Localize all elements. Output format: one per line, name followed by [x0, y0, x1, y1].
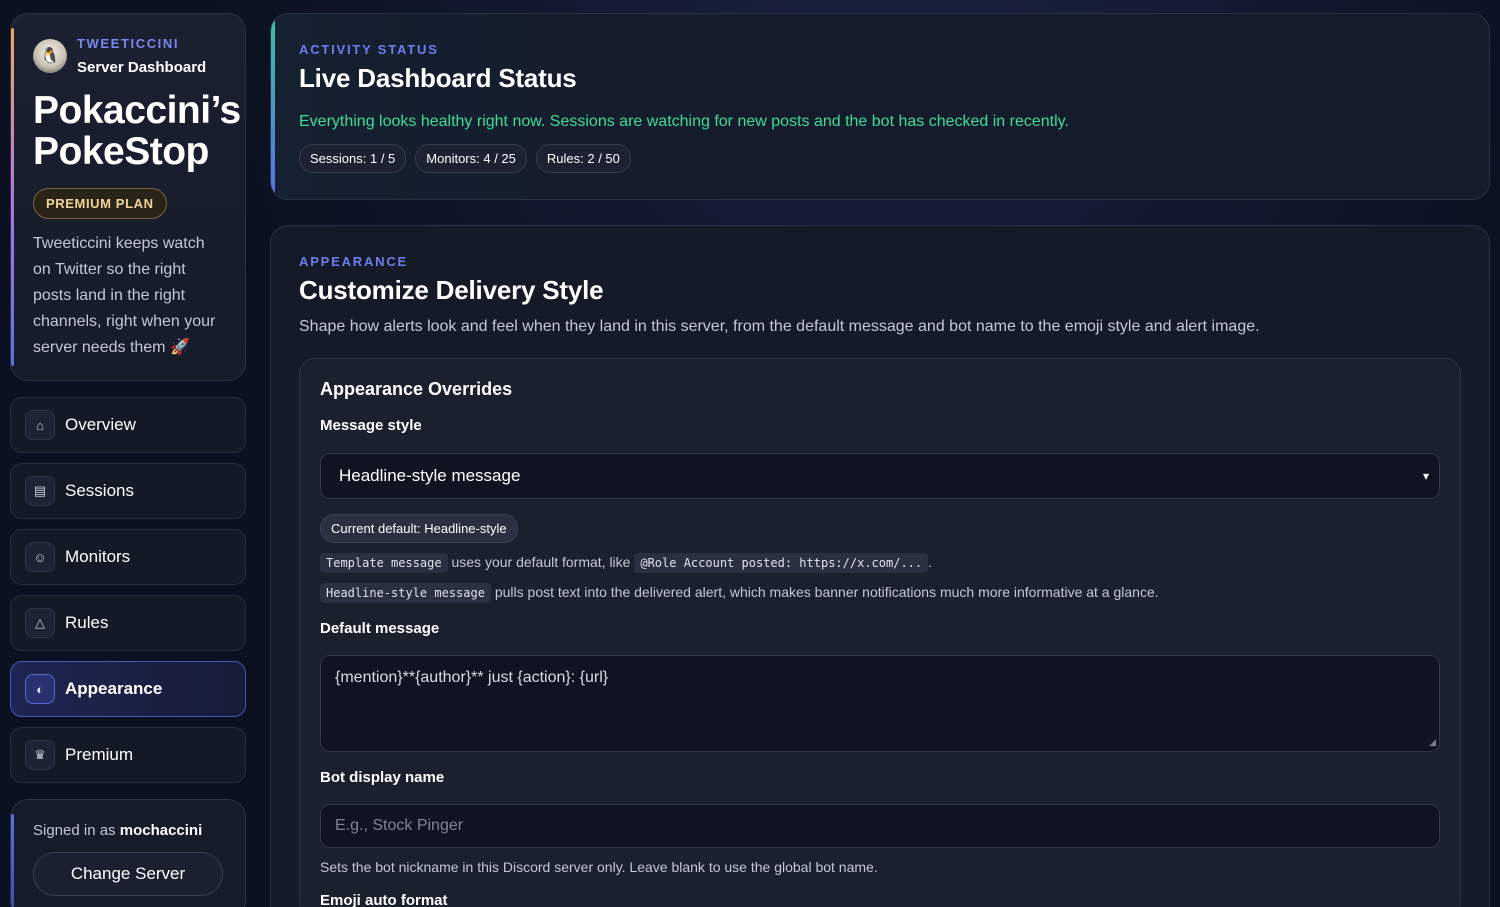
- crown-icon: ♛: [25, 740, 55, 770]
- brand-header: 🐧 TWEETICCINI Server Dashboard: [33, 36, 225, 76]
- status-pills: Sessions: 1 / 5 Monitors: 4 / 25 Rules: …: [299, 144, 1461, 173]
- chevron-down-icon: ▾: [1422, 469, 1429, 483]
- template-example-code: @Role Account posted: https://x.com/...: [634, 553, 929, 573]
- user-icon: ☺: [25, 542, 55, 572]
- current-default-badge: Current default: Headline-style: [320, 514, 518, 543]
- nav-item-premium[interactable]: ♛ Premium: [10, 727, 246, 783]
- signed-in-prefix: Signed in as: [33, 822, 116, 839]
- sessions-count-badge: Sessions: 1 / 5: [299, 144, 407, 173]
- server-name: Pokaccini’s PokeStop: [33, 89, 241, 173]
- default-message-textarea[interactable]: {mention}**{author}** just {action}: {ur…: [320, 655, 1440, 752]
- bot-name-input[interactable]: E.g., Stock Pinger: [320, 804, 1440, 848]
- emoji-format-label: Emoji auto format: [320, 892, 448, 907]
- palette-icon: ◐: [25, 674, 55, 704]
- template-help: Template message uses your default forma…: [320, 552, 1440, 573]
- warning-icon: △: [25, 608, 55, 638]
- appearance-description: Shape how alerts look and feel when they…: [299, 318, 1260, 335]
- bot-name-placeholder: E.g., Stock Pinger: [335, 817, 464, 834]
- nav-item-monitors[interactable]: ☺ Monitors: [10, 529, 246, 585]
- appearance-overrides-panel: Appearance Overrides Message style Headl…: [299, 358, 1461, 907]
- penguin-avatar-icon: 🐧: [33, 39, 67, 73]
- headline-code: Headline-style message: [320, 583, 491, 603]
- brand-card: 🐧 TWEETICCINI Server Dashboard Pokaccini…: [10, 13, 246, 381]
- status-message: Everything looks healthy right now. Sess…: [299, 113, 1069, 130]
- account-card: Signed in as mochaccini Change Server: [10, 799, 246, 907]
- plan-badge: PREMIUM PLAN: [33, 188, 167, 219]
- brand-description: Tweeticcini keeps watch on Twitter so th…: [33, 235, 216, 356]
- nav-item-label: Sessions: [65, 481, 134, 500]
- nav-item-overview[interactable]: ⌂ Overview: [10, 397, 246, 453]
- nav-item-label: Monitors: [65, 547, 131, 566]
- bot-name-help: Sets the bot nickname in this Discord se…: [320, 859, 878, 875]
- session-icon: ▤: [25, 476, 55, 506]
- template-code: Template message: [320, 553, 448, 573]
- brand-kicker: TWEETICCINI: [77, 36, 180, 51]
- message-style-label: Message style: [320, 417, 422, 434]
- headline-help: Headline-style message pulls post text i…: [320, 582, 1440, 603]
- nav-item-label: Rules: [65, 613, 109, 632]
- appearance-kicker: APPEARANCE: [299, 254, 409, 269]
- default-message-label: Default message: [320, 620, 440, 637]
- nav-item-rules[interactable]: △ Rules: [10, 595, 246, 651]
- appearance-card: APPEARANCE Customize Delivery Style Shap…: [270, 225, 1490, 907]
- home-icon: ⌂: [25, 410, 55, 440]
- template-help-text: uses your default format, like: [451, 554, 631, 570]
- template-help-end: .: [928, 554, 933, 570]
- activity-status-card: ACTIVITY STATUS Live Dashboard Status Ev…: [270, 13, 1490, 200]
- nav-item-label: Overview: [65, 415, 136, 434]
- overrides-title: Appearance Overrides: [320, 379, 513, 399]
- nav-item-label: Premium: [65, 745, 134, 764]
- rules-count-badge: Rules: 2 / 50: [535, 144, 631, 173]
- status-title: Live Dashboard Status: [299, 63, 577, 93]
- brand-text: TWEETICCINI Server Dashboard: [77, 36, 206, 76]
- change-server-button[interactable]: Change Server: [33, 852, 223, 896]
- nav-item-appearance[interactable]: ◐ Appearance: [10, 661, 246, 717]
- message-style-select[interactable]: Headline-style message ▾: [320, 453, 1440, 499]
- bot-name-label: Bot display name: [320, 769, 445, 786]
- resize-handle-icon[interactable]: ◢: [1429, 737, 1436, 748]
- headline-help-text: pulls post text into the delivered alert…: [494, 584, 1159, 600]
- status-kicker: ACTIVITY STATUS: [299, 42, 439, 57]
- nav-item-label: Appearance: [65, 679, 163, 698]
- signed-in-text: Signed in as mochaccini: [33, 822, 223, 839]
- monitors-count-badge: Monitors: 4 / 25: [415, 144, 527, 173]
- sidebar: 🐧 TWEETICCINI Server Dashboard Pokaccini…: [10, 13, 246, 907]
- message-style-value: Headline-style message: [339, 466, 521, 485]
- main-content: ACTIVITY STATUS Live Dashboard Status Ev…: [270, 13, 1490, 907]
- default-message-value: {mention}**{author}** just {action}: {ur…: [335, 669, 609, 686]
- username: mochaccini: [119, 822, 203, 839]
- nav-item-sessions[interactable]: ▤ Sessions: [10, 463, 246, 519]
- brand-subtitle: Server Dashboard: [77, 59, 207, 76]
- appearance-title: Customize Delivery Style: [299, 275, 604, 305]
